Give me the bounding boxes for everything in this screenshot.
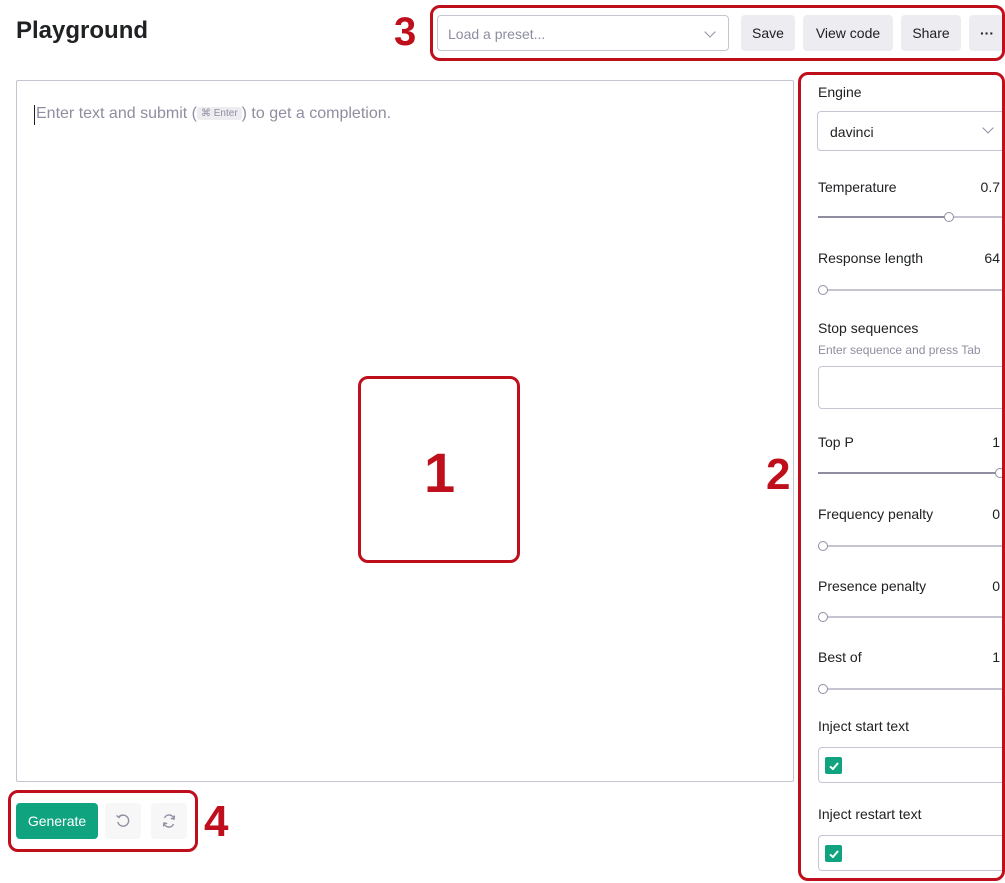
hint-text-end: ) to get a completion. [241,105,392,122]
hint-text-start: Enter text and submit ( [36,105,197,122]
page-title: Playground [16,17,149,44]
editor-placeholder: Enter text and submit (⌘ Enter) to get a… [36,105,391,123]
annotation-box-4 [8,790,198,852]
annotation-number-4: 4 [204,797,229,846]
keyboard-shortcut: ⌘ Enter [196,107,242,120]
annotation-number-1: 1 [424,441,456,504]
annotation-box-2 [798,72,1005,881]
text-caret [34,105,35,125]
enter-key-label: Enter [213,108,238,119]
annotation-box-3 [430,5,1005,61]
command-key-icon: ⌘ [200,108,211,119]
annotation-number-2: 2 [766,450,791,499]
annotation-number-3: 3 [394,10,417,54]
